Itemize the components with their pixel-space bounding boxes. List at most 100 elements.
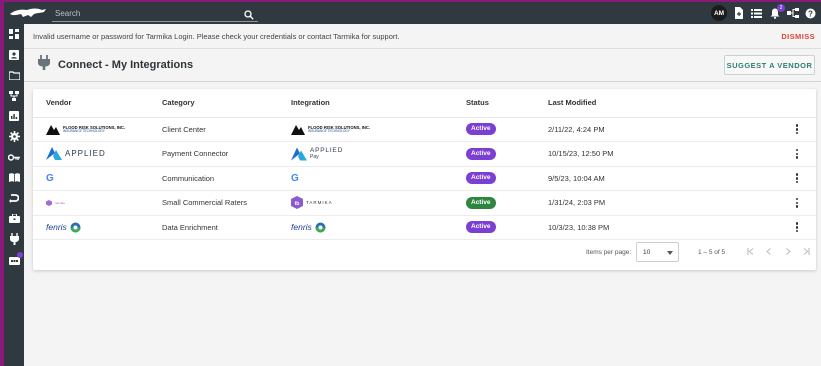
app-frame: AM 2 ? xyxy=(4,2,821,366)
category-cell: Communication xyxy=(162,166,291,191)
search-input[interactable] xyxy=(52,8,232,18)
error-alert: Invalid username or password for Tarmika… xyxy=(24,24,821,49)
integration-name: fenris xyxy=(291,222,312,233)
integration-subtitle: INSURANCE TECHNOLOGY xyxy=(308,128,350,133)
applied-logo-icon: APPLIED xyxy=(46,147,162,161)
category-cell: Data Enrichment xyxy=(162,215,291,240)
integration-subtitle: Pay xyxy=(310,153,319,160)
more-options-icon[interactable] xyxy=(778,148,816,159)
vendor-name: fenris xyxy=(46,222,67,233)
last-modified-cell: 1/31/24, 2:03 PM xyxy=(548,190,778,216)
page-size-value: 10 xyxy=(643,248,651,256)
status-badge: Active xyxy=(466,221,496,234)
header-vendor[interactable]: Vendor xyxy=(33,89,162,118)
integrations-card: Vendor Category Integration Status Last … xyxy=(33,89,816,270)
category-cell: Small Commercial Raters xyxy=(162,190,291,216)
google-logo-icon: G xyxy=(46,172,54,184)
google-logo-icon: G xyxy=(291,172,299,184)
avatar[interactable]: AM xyxy=(711,5,727,21)
table-header-row: Vendor Category Integration Status Last … xyxy=(33,89,816,118)
contact-card-icon xyxy=(9,49,19,60)
folder-icon xyxy=(8,71,20,80)
document-add-icon[interactable] xyxy=(732,7,745,20)
header-actions xyxy=(778,89,816,118)
page-range: 1 – 5 of 5 xyxy=(698,249,726,256)
table-row[interactable]: tarmika Small Commercial Raters tb TARMI… xyxy=(33,190,816,216)
next-page-icon[interactable] xyxy=(783,246,793,256)
sidebar-item-connect[interactable] xyxy=(4,229,24,250)
plug-icon xyxy=(38,55,50,75)
dismiss-button[interactable]: DISMISS xyxy=(781,32,815,41)
sidebar-item-briefcase[interactable] xyxy=(4,209,24,230)
page-header: Connect - My Integrations SUGGEST A VEND… xyxy=(24,49,821,82)
bell-icon[interactable]: 2 xyxy=(768,3,785,20)
first-page-icon[interactable] xyxy=(745,246,755,256)
page-size-select[interactable]: 10 xyxy=(636,242,679,262)
top-bar: AM 2 ? xyxy=(4,2,821,24)
plug-icon xyxy=(9,233,19,246)
sidebar-item-org[interactable] xyxy=(4,86,24,107)
help-icon[interactable]: ? xyxy=(804,7,817,20)
alert-message: Invalid username or password for Tarmika… xyxy=(33,31,400,41)
header-status[interactable]: Status xyxy=(466,89,548,118)
previous-page-icon[interactable] xyxy=(764,246,774,256)
header-category[interactable]: Category xyxy=(162,89,291,118)
avatar-initials: AM xyxy=(713,9,725,17)
sidebar-item-book[interactable] xyxy=(4,168,24,189)
tarmika-logo-icon: tb TARMIKA xyxy=(291,196,466,210)
flood-risk-logo-icon: FLOOD RISK SOLUTIONS, INC. INSURANCE TEC… xyxy=(291,123,466,136)
sidebar-item-settings[interactable] xyxy=(4,127,24,148)
more-options-icon[interactable] xyxy=(778,222,816,233)
status-badge: Active xyxy=(466,123,496,136)
sidebar-item-dashboard[interactable] xyxy=(4,24,24,45)
sidebar-item-folder[interactable] xyxy=(4,65,24,86)
status-badge: Active xyxy=(466,196,496,209)
header-last-modified[interactable]: Last Modified xyxy=(548,89,778,118)
paginator: Items per page: 10 1 – 5 of 5 xyxy=(33,241,816,263)
search-icon[interactable] xyxy=(244,7,254,25)
suggest-vendor-button[interactable]: SUGGEST A VENDOR xyxy=(724,55,815,75)
status-badge: Active xyxy=(466,147,496,160)
cheetah-logo-icon[interactable] xyxy=(4,2,52,24)
status-badge: Active xyxy=(466,172,496,185)
header-integration[interactable]: Integration xyxy=(291,89,466,118)
sidebar-item-contacts[interactable] xyxy=(4,45,24,66)
sidebar-item-keys[interactable] xyxy=(4,147,24,168)
last-modified-cell: 10/3/23, 10:38 PM xyxy=(548,215,778,240)
org-chart-icon xyxy=(9,90,19,101)
chart-icon xyxy=(9,111,19,122)
table-row[interactable]: G Communication G Active 9/5/23, 10:04 A… xyxy=(33,166,816,191)
vendor-name: APPLIED xyxy=(65,149,106,159)
more-options-icon[interactable] xyxy=(778,197,816,208)
category-cell: Payment Connector xyxy=(162,141,291,167)
list-icon[interactable] xyxy=(750,7,763,20)
items-per-page-label: Items per page: xyxy=(586,249,632,256)
integrations-table: Vendor Category Integration Status Last … xyxy=(33,89,816,240)
sidebar-item-cycle[interactable] xyxy=(4,188,24,209)
applied-pay-logo-icon: APPLIED Pay xyxy=(291,147,466,161)
chevron-down-icon xyxy=(667,250,673,257)
gear-icon xyxy=(8,131,20,143)
table-row[interactable]: fenris Data Enrichment fenris Active 10/… xyxy=(33,215,816,240)
top-right-actions: AM 2 ? xyxy=(711,3,817,21)
flood-risk-logo-icon: FLOOD RISK SOLUTIONS, INC. INSURANCE TEC… xyxy=(46,123,162,136)
table-row[interactable]: FLOOD RISK SOLUTIONS, INC. INSURANCE TEC… xyxy=(33,117,816,142)
hierarchy-icon[interactable] xyxy=(786,7,799,20)
more-options-icon[interactable] xyxy=(778,173,816,184)
sidebar-item-reports[interactable] xyxy=(4,106,24,127)
refresh-icon xyxy=(9,194,19,204)
more-options-icon[interactable] xyxy=(778,124,816,135)
svg-text:tb: tb xyxy=(295,201,300,207)
fenris-logo-icon: fenris xyxy=(291,222,466,233)
sidebar-item-store[interactable] xyxy=(4,250,24,271)
svg-text:?: ? xyxy=(808,9,813,18)
store-badge-icon xyxy=(17,251,23,258)
search-bar[interactable] xyxy=(52,5,258,22)
table-row[interactable]: APPLIED Payment Connector APPLIED Pay Ac… xyxy=(33,141,816,167)
last-page-icon[interactable] xyxy=(801,246,811,256)
fenris-logo-icon: fenris xyxy=(46,222,162,233)
notification-badge: 2 xyxy=(777,3,785,12)
tarmika-logo-icon: tarmika xyxy=(46,199,162,206)
key-icon xyxy=(8,154,20,161)
category-cell: Client Center xyxy=(162,117,291,142)
